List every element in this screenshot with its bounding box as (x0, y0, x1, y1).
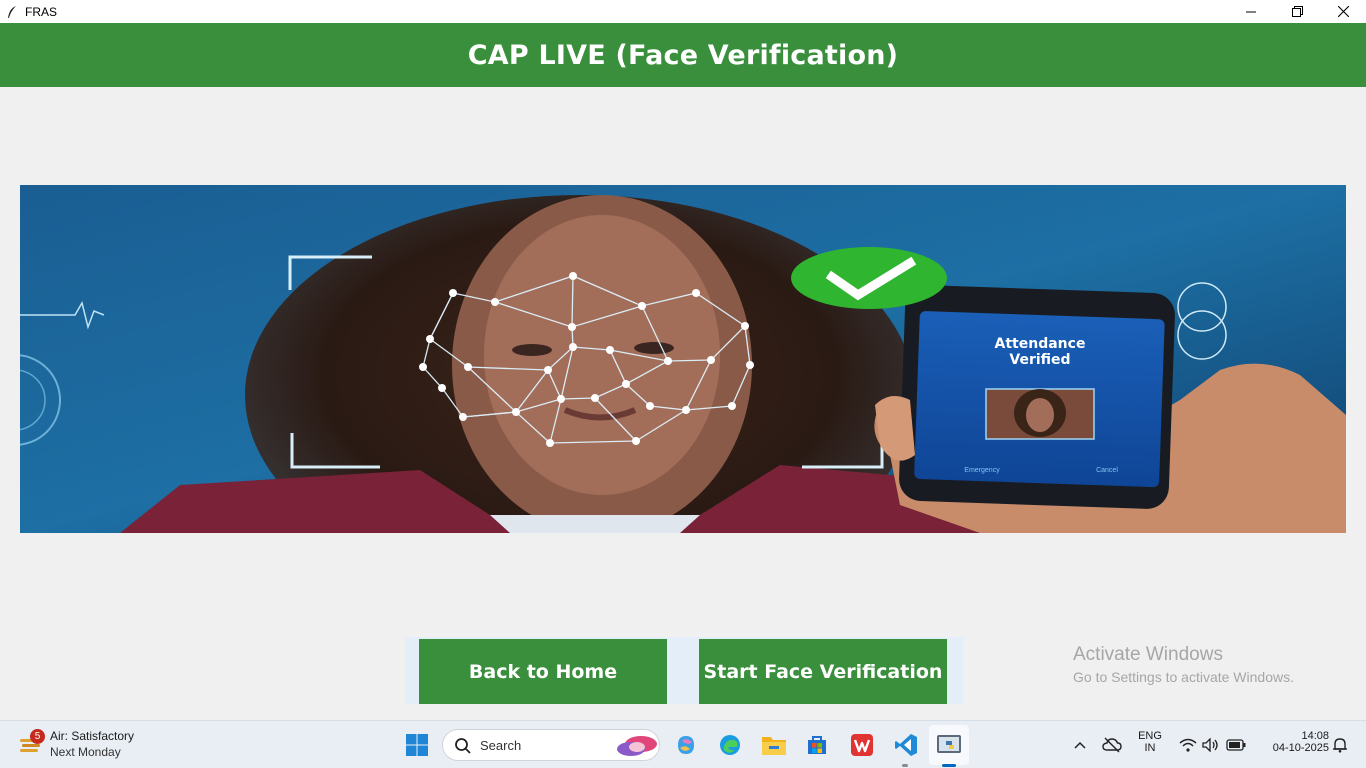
clock-date: 04-10-2025 (1272, 742, 1329, 754)
store-icon (808, 736, 826, 754)
banner-illustration: Attendance Verified Emergency Cancel (20, 185, 1346, 533)
check-badge-icon (791, 247, 947, 309)
wifi-icon (1179, 738, 1197, 752)
face-verification-banner: Attendance Verified Emergency Cancel (20, 185, 1346, 533)
python-app-icon (937, 735, 961, 753)
taskbar-edge[interactable] (716, 731, 744, 759)
notification-bell-icon (1333, 738, 1347, 753)
weather-line1: Air: Satisfactory (50, 729, 135, 743)
edge-browser-icon (720, 735, 740, 755)
clock[interactable]: 14:08 04-10-2025 (1255, 730, 1329, 754)
taskbar-python-app[interactable] (935, 731, 963, 759)
start-face-verification-button[interactable]: Start Face Verification (699, 639, 947, 704)
page-header: CAP LIVE (Face Verification) (0, 23, 1366, 87)
phone-title-line2: Verified (1009, 352, 1070, 368)
search-placeholder: Search (480, 738, 522, 753)
watermark-subtitle: Go to Settings to activate Windows. (1073, 669, 1294, 685)
chevron-up-icon (1074, 741, 1086, 749)
page-title: CAP LIVE (Face Verification) (467, 39, 899, 71)
language-code: ENG (1138, 730, 1162, 742)
taskbar-wps[interactable] (848, 731, 876, 759)
region-code: IN (1144, 742, 1156, 754)
watermark-title: Activate Windows (1073, 644, 1223, 665)
clock-time: 14:08 (1301, 730, 1329, 742)
volume-status[interactable] (1197, 731, 1225, 759)
copilot-icon (678, 736, 694, 754)
taskbar-store[interactable] (803, 731, 831, 759)
weather-widget[interactable]: 5 Air: Satisfactory Next Monday (18, 727, 188, 763)
vscode-icon (895, 734, 917, 756)
close-button[interactable] (1320, 0, 1366, 23)
onedrive-button[interactable] (1098, 731, 1126, 759)
weather-badge: 5 (30, 729, 45, 744)
windows-logo-icon (406, 734, 428, 756)
restore-button[interactable] (1274, 0, 1320, 23)
window-title: FRAS (25, 4, 58, 19)
activate-windows-watermark: Activate Windows Go to Settings to activ… (1073, 644, 1294, 685)
language-indicator[interactable]: ENG IN (1134, 730, 1166, 754)
taskbar: 5 Air: Satisfactory Next Monday Search E… (0, 720, 1366, 768)
action-button-panel: Back to Home Start Face Verification (405, 637, 963, 704)
search-highlight-icon (617, 736, 657, 756)
start-button[interactable] (403, 731, 431, 759)
wps-office-icon (851, 734, 873, 756)
vscode-running-indicator (902, 764, 908, 767)
notifications-button[interactable] (1326, 731, 1354, 759)
feather-icon (8, 5, 16, 18)
folder-icon (762, 737, 786, 755)
active-app-indicator (942, 764, 956, 767)
close-icon (1337, 6, 1349, 17)
restore-icon (1291, 6, 1303, 17)
taskbar-search-box[interactable]: Search (442, 729, 660, 761)
battery-status[interactable] (1222, 731, 1250, 759)
back-to-home-button[interactable]: Back to Home (419, 639, 667, 704)
window-titlebar: FRAS (0, 0, 1366, 23)
taskbar-copilot[interactable] (672, 731, 700, 759)
phone-emergency-label: Emergency (964, 467, 1000, 474)
speaker-icon (1202, 738, 1218, 752)
search-icon (455, 738, 471, 754)
show-hidden-icons-button[interactable] (1066, 731, 1094, 759)
minimize-icon (1246, 11, 1256, 12)
battery-icon (1226, 739, 1246, 751)
phone-cancel-label: Cancel (1096, 467, 1118, 474)
taskbar-file-explorer[interactable] (760, 731, 788, 759)
taskbar-vscode[interactable] (892, 731, 920, 759)
phone-title-line1: Attendance (995, 336, 1086, 352)
weather-line2: Next Monday (50, 745, 121, 759)
cloud-off-icon (1102, 737, 1122, 753)
minimize-button[interactable] (1228, 0, 1274, 23)
